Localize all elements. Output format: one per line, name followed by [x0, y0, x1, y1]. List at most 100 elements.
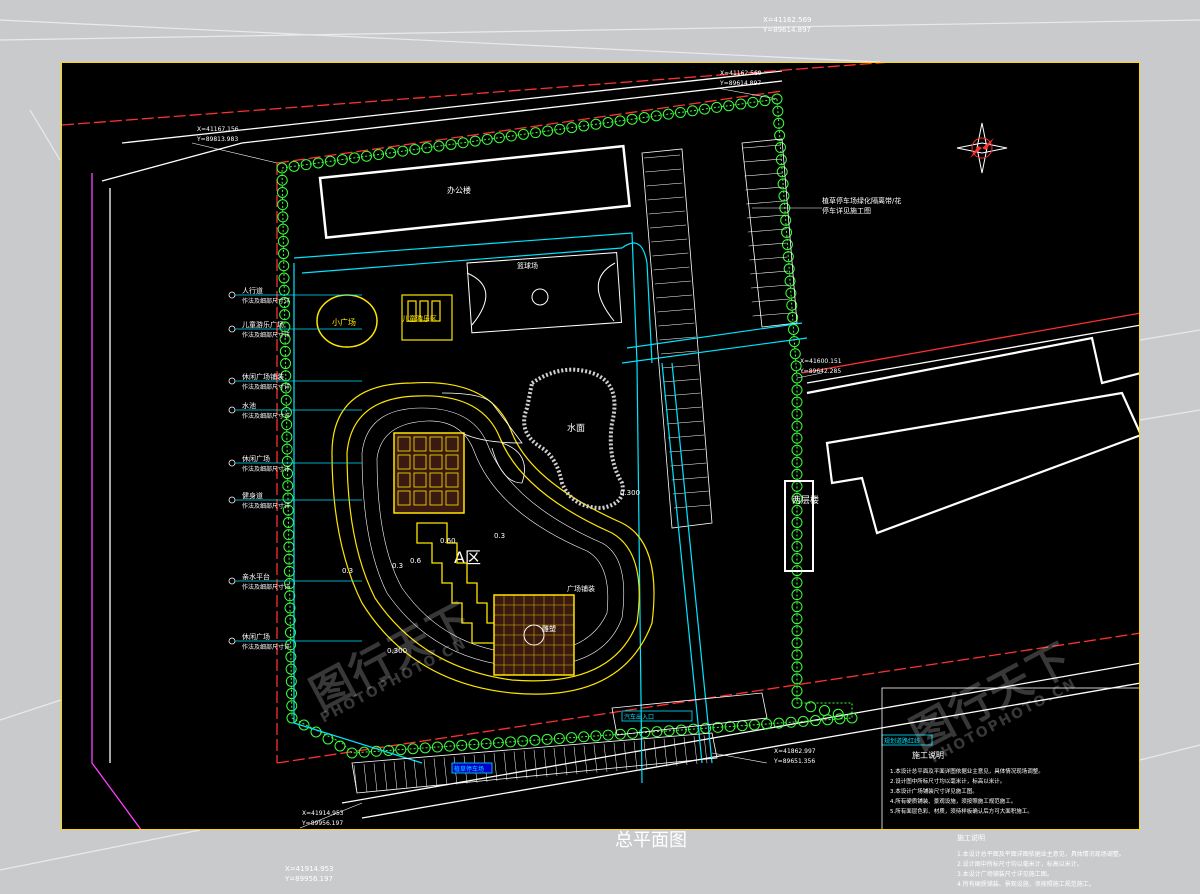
left-label-sub: 作法及细部尺寸详	[242, 412, 290, 420]
road-edge-magenta	[91, 173, 142, 829]
parking-stall	[749, 256, 788, 261]
parking-stall	[669, 448, 706, 453]
tree-icon	[469, 135, 481, 147]
callout-marker-icon	[228, 496, 236, 504]
left-label-title: 人行道	[242, 286, 263, 295]
tree-icon	[285, 663, 297, 675]
curved-promenade	[331, 381, 655, 695]
coord-top-2: Y=89614.897	[719, 80, 761, 87]
parking-stall	[663, 378, 700, 383]
pond-outline	[522, 367, 625, 511]
tree-icon	[277, 223, 289, 235]
parking-stall	[667, 434, 705, 439]
outer-note-line: 4.所有硬质铺装、景观设施，须按照施工规范施工。	[957, 880, 1095, 888]
left-label-sub: 作法及细部尺寸详	[242, 297, 290, 305]
tree-icon	[788, 323, 800, 335]
sculpture-label: 雕塑	[542, 624, 556, 633]
parking-stall	[533, 749, 538, 778]
cad-viewport[interactable]: 办公楼 两层楼 篮球场 小广场 儿童游乐区 A区 雕塑 广场铺装 水面 植草停车…	[61, 62, 1140, 830]
parking-stall	[573, 746, 578, 775]
callout-marker-icon	[228, 637, 236, 645]
coord-top-1: X=41162.569	[720, 70, 762, 77]
bottom-parking-label: 植草停车场	[454, 765, 484, 773]
parking-stall	[623, 742, 628, 771]
parking-stall	[413, 759, 418, 788]
outer-note-line: 2.设计图中所标尺寸均以毫米计，标高以米计。	[957, 860, 1083, 868]
stepped-path	[416, 522, 498, 644]
left-label: 休闲广场作法及细部尺寸详	[228, 454, 362, 473]
parking-stall	[750, 284, 790, 289]
small-plaza-label: 小广场	[332, 317, 356, 327]
parking-stall	[666, 420, 703, 425]
tree-icon	[395, 744, 407, 756]
outer-coord-4: Y=89956.197	[284, 875, 333, 883]
parking-stall	[673, 504, 711, 509]
parking-stall	[613, 742, 618, 771]
callout-marker-icon	[228, 406, 236, 414]
tree-icon	[281, 431, 293, 443]
parking-stall	[643, 740, 648, 769]
outer-bottom-title: 总平面图	[615, 830, 687, 851]
coord-topleft-1: X=41167.156	[197, 126, 239, 133]
tree-icon	[789, 348, 801, 360]
left-label-title: 亲水平台	[242, 572, 270, 581]
left-label-sub: 作法及细部尺寸详	[242, 331, 290, 339]
note-line: 2.设计图中所标尺寸均以毫米计，标高以米计。	[890, 777, 1005, 785]
left-label: 休闲广场作法及细部尺寸详	[228, 632, 362, 651]
parking-stall	[393, 761, 398, 790]
callout-marker-icon	[228, 325, 236, 333]
note-line: 3.本设计广场铺装尺寸详见施工图。	[890, 787, 978, 795]
parking-stall	[746, 214, 786, 219]
left-label-sub: 作法及细部尺寸详	[242, 643, 290, 651]
parking-stall	[652, 252, 689, 257]
tree-icon	[819, 705, 830, 716]
left-label-sub: 作法及细部尺寸详	[242, 383, 290, 391]
two-storey-label: 两层楼	[792, 494, 819, 506]
parking-stall	[563, 747, 568, 776]
level-marker: 0.3	[342, 567, 353, 575]
tree-icon	[493, 132, 505, 144]
left-label: 休闲广场铺装作法及细部尺寸详	[228, 372, 362, 391]
coord-bottom-left-1: X=41914.953	[302, 810, 344, 817]
parking-stall	[423, 759, 428, 788]
bottom-right-label: 汽车出入口	[624, 713, 654, 721]
level-marker: 0.3	[494, 532, 505, 540]
left-label-title: 儿童游乐广场	[242, 320, 284, 329]
parking-stall	[657, 308, 694, 313]
callout-marker-icon	[228, 577, 236, 585]
callout-marker-icon	[228, 459, 236, 467]
pond-label: 水面	[567, 422, 585, 434]
tree-icon	[481, 133, 493, 145]
red-boundary-top	[276, 90, 783, 164]
neighbor-building	[806, 336, 1139, 395]
parking-note-1: 植草停车场绿化隔离带/花	[822, 196, 901, 205]
tree-icon	[277, 235, 289, 247]
level-marker: 0.3	[392, 562, 403, 570]
parking-stall	[671, 476, 708, 481]
parking-stall	[646, 182, 683, 187]
left-label: 健身道作法及细部尺寸详	[228, 491, 362, 510]
tree-icon	[822, 714, 834, 726]
parking-stall	[543, 748, 548, 777]
parking-stall	[752, 312, 791, 317]
parking-stall	[503, 752, 508, 781]
left-label-title: 水池	[242, 401, 256, 410]
coord-right-2: Y=89642.285	[799, 368, 841, 375]
parking-stall	[383, 762, 388, 791]
tree-icon	[590, 730, 602, 742]
parking-stall	[647, 196, 684, 201]
office-building-label: 办公楼	[447, 185, 471, 195]
outer-note-line: 1.本设计总平面及平面详图依据业主意见，具体情况现场调整。	[957, 850, 1125, 858]
parking-stall	[649, 224, 687, 229]
parking-stall	[583, 745, 588, 774]
level-marker: 0.6	[410, 557, 422, 565]
basketball-court	[466, 252, 623, 334]
parking-note-2: 停车详见施工图	[822, 206, 871, 215]
notes-title: 施工说明	[912, 750, 944, 760]
parking-stall	[553, 747, 558, 777]
coord-bottom-right-2: Y=89651.356	[773, 758, 815, 765]
parking-stall	[670, 462, 707, 467]
tree-icon	[445, 138, 457, 150]
parking-stall	[746, 200, 785, 205]
tree-icon	[602, 729, 614, 741]
